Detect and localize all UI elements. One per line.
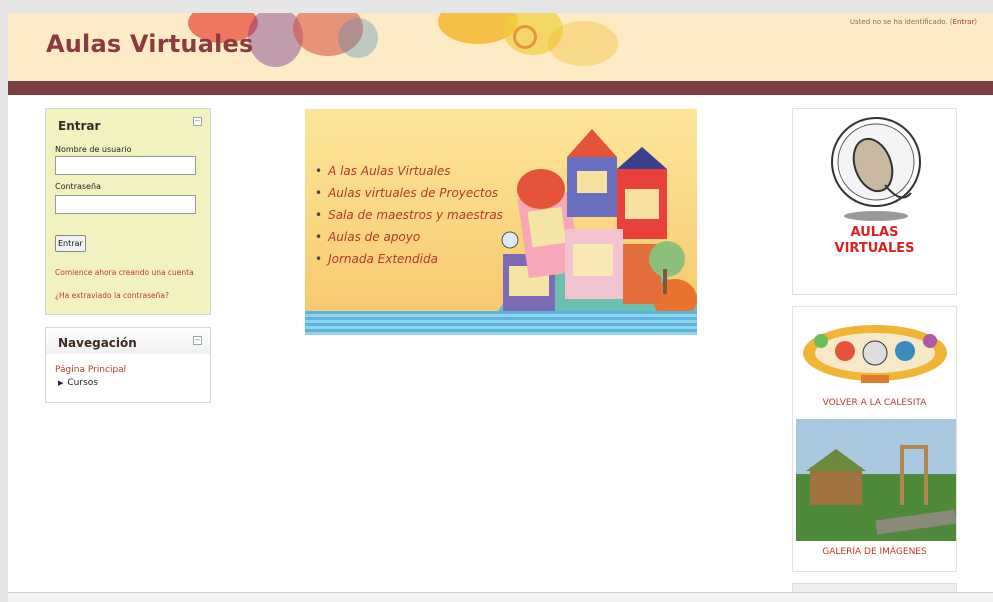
courses-item[interactable]: ▶ Cursos bbox=[58, 378, 98, 388]
password-input[interactable] bbox=[55, 195, 196, 214]
paint-ring bbox=[513, 25, 537, 49]
path-shape bbox=[875, 509, 956, 535]
courses-label: Cursos bbox=[67, 378, 98, 388]
hut-roof bbox=[806, 449, 866, 471]
site-header: Aulas Virtuales Usted no se ha identific… bbox=[8, 13, 993, 81]
logo-text-aulas: AULAS bbox=[850, 225, 899, 240]
calesita-link[interactable]: VOLVER A LA CALESITA bbox=[793, 398, 956, 408]
paint-splash bbox=[548, 21, 618, 66]
login-block-title: Entrar bbox=[58, 119, 101, 133]
sea-stripes bbox=[305, 311, 697, 335]
arch-shape bbox=[900, 445, 928, 505]
login-link[interactable]: Entrar bbox=[953, 18, 975, 26]
calesita-image[interactable] bbox=[793, 311, 956, 391]
username-input[interactable] bbox=[55, 156, 196, 175]
mouse-icon bbox=[831, 117, 921, 221]
password-label: Contraseña bbox=[55, 182, 101, 191]
navigation-block: Navegación − Página Principal ▶ Cursos bbox=[45, 327, 211, 403]
minus-icon[interactable]: − bbox=[193, 117, 202, 126]
login-info-suffix: ) bbox=[974, 18, 977, 26]
login-info: Usted no se ha identificado. (Entrar) bbox=[850, 18, 977, 26]
houses-illustration bbox=[495, 129, 697, 335]
signup-link[interactable]: Comience ahora creando una cuenta bbox=[55, 268, 195, 278]
logo-text-virtuales: VIRTUALES bbox=[834, 241, 915, 256]
username-label: Nombre de usuario bbox=[55, 145, 132, 154]
paint-splash bbox=[338, 18, 378, 58]
login-submit-button[interactable]: Entrar bbox=[55, 235, 86, 252]
gallery-link[interactable]: GALERÍA DE IMÁGENES bbox=[793, 547, 956, 557]
site-title: Aulas Virtuales bbox=[46, 30, 254, 58]
triangle-right-icon: ▶ bbox=[58, 379, 64, 387]
aulas-virtuales-logo-box[interactable]: AULAS VIRTUALES bbox=[792, 108, 957, 295]
hut-shape bbox=[810, 467, 862, 505]
login-block: Entrar − Nombre de usuario Contraseña En… bbox=[45, 108, 211, 315]
forgot-password-link[interactable]: ¿Ha extraviado la contraseña? bbox=[55, 291, 169, 300]
page-frame: Aulas Virtuales Usted no se ha identific… bbox=[8, 13, 993, 593]
links-box: VOLVER A LA CALESITA GALERÍA DE IMÁGENES bbox=[792, 306, 957, 572]
main-banner: A las Aulas Virtuales Aulas virtuales de… bbox=[305, 109, 697, 335]
login-info-prefix: Usted no se ha identificado. ( bbox=[849, 18, 953, 26]
gallery-image[interactable] bbox=[796, 419, 956, 541]
home-link[interactable]: Página Principal bbox=[55, 365, 126, 375]
navigation-block-title: Navegación bbox=[58, 336, 137, 350]
header-bar bbox=[8, 81, 993, 95]
minus-icon[interactable]: − bbox=[193, 336, 202, 345]
